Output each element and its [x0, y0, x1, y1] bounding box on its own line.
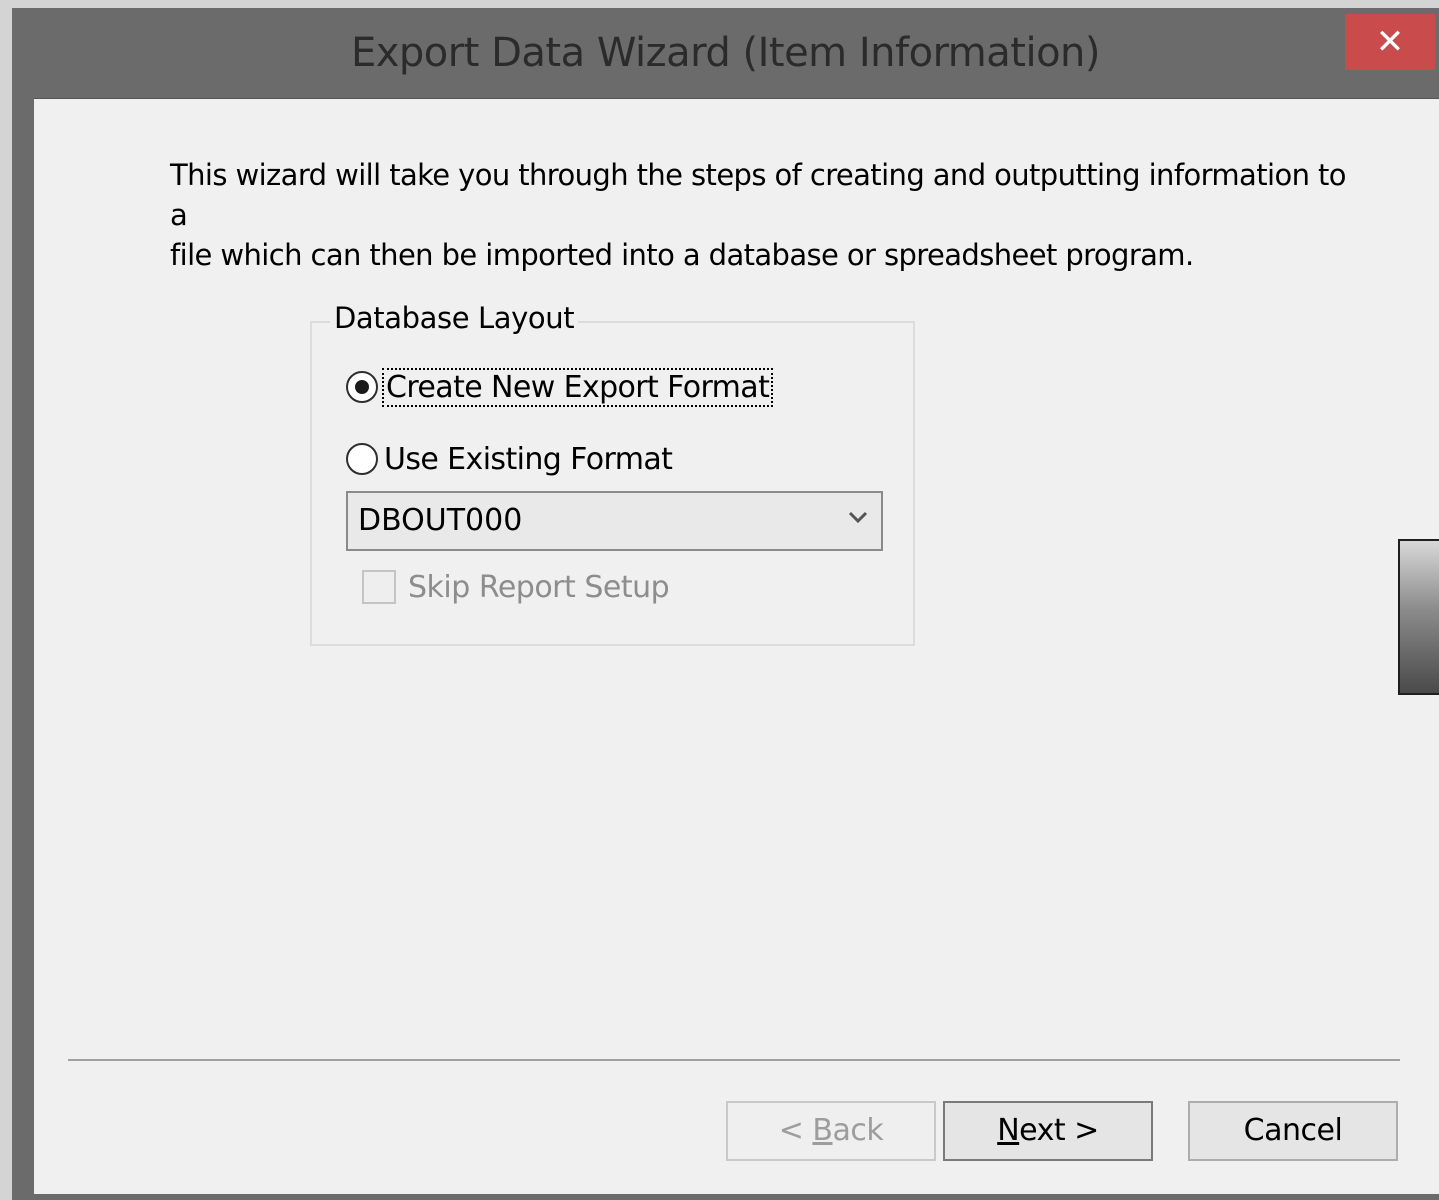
- next-button[interactable]: Next >: [943, 1101, 1153, 1161]
- skip-report-setup-option[interactable]: Skip Report Setup: [362, 567, 670, 607]
- title-bar[interactable]: Export Data Wizard (Item Information) ✕: [12, 8, 1439, 98]
- create-new-radio[interactable]: [346, 371, 378, 403]
- next-mnemonic: N: [997, 1113, 1020, 1148]
- skip-report-setup-checkbox[interactable]: [362, 570, 396, 604]
- intro-text: This wizard will take you through the st…: [170, 155, 1370, 275]
- cancel-button[interactable]: Cancel: [1188, 1101, 1398, 1161]
- back-mnemonic: B: [812, 1113, 833, 1148]
- window-title: Export Data Wizard (Item Information): [350, 30, 1101, 76]
- back-rest: ack: [832, 1113, 884, 1148]
- button-separator: [68, 1059, 1400, 1061]
- wizard-window: Export Data Wizard (Item Information) ✕ …: [12, 8, 1439, 1200]
- database-layout-legend: Database Layout: [330, 301, 579, 335]
- intro-line-1: This wizard will take you through the st…: [170, 158, 1347, 232]
- chevron-down-icon[interactable]: [847, 505, 869, 535]
- back-button[interactable]: < Back: [726, 1101, 936, 1161]
- use-existing-format-option[interactable]: Use Existing Format: [346, 439, 674, 479]
- intro-line-2: file which can then be imported into a d…: [170, 238, 1194, 272]
- skip-report-setup-label: Skip Report Setup: [408, 569, 670, 605]
- next-rest: ext >: [1019, 1113, 1099, 1148]
- use-existing-label[interactable]: Use Existing Format: [382, 442, 674, 477]
- side-resize-handle[interactable]: [1398, 539, 1439, 695]
- create-new-export-format-option[interactable]: Create New Export Format: [346, 367, 774, 407]
- create-new-label[interactable]: Create New Export Format: [382, 367, 774, 407]
- back-prefix: <: [778, 1113, 813, 1148]
- existing-format-value: DBOUT000: [358, 503, 523, 538]
- existing-format-select[interactable]: DBOUT000: [346, 491, 883, 551]
- close-button[interactable]: ✕: [1345, 14, 1435, 70]
- use-existing-radio[interactable]: [346, 443, 378, 475]
- close-icon: ✕: [1375, 22, 1405, 62]
- cancel-label: Cancel: [1243, 1113, 1343, 1148]
- wizard-content: This wizard will take you through the st…: [34, 98, 1439, 1194]
- database-layout-group: Database Layout Create New Export Format…: [310, 301, 915, 646]
